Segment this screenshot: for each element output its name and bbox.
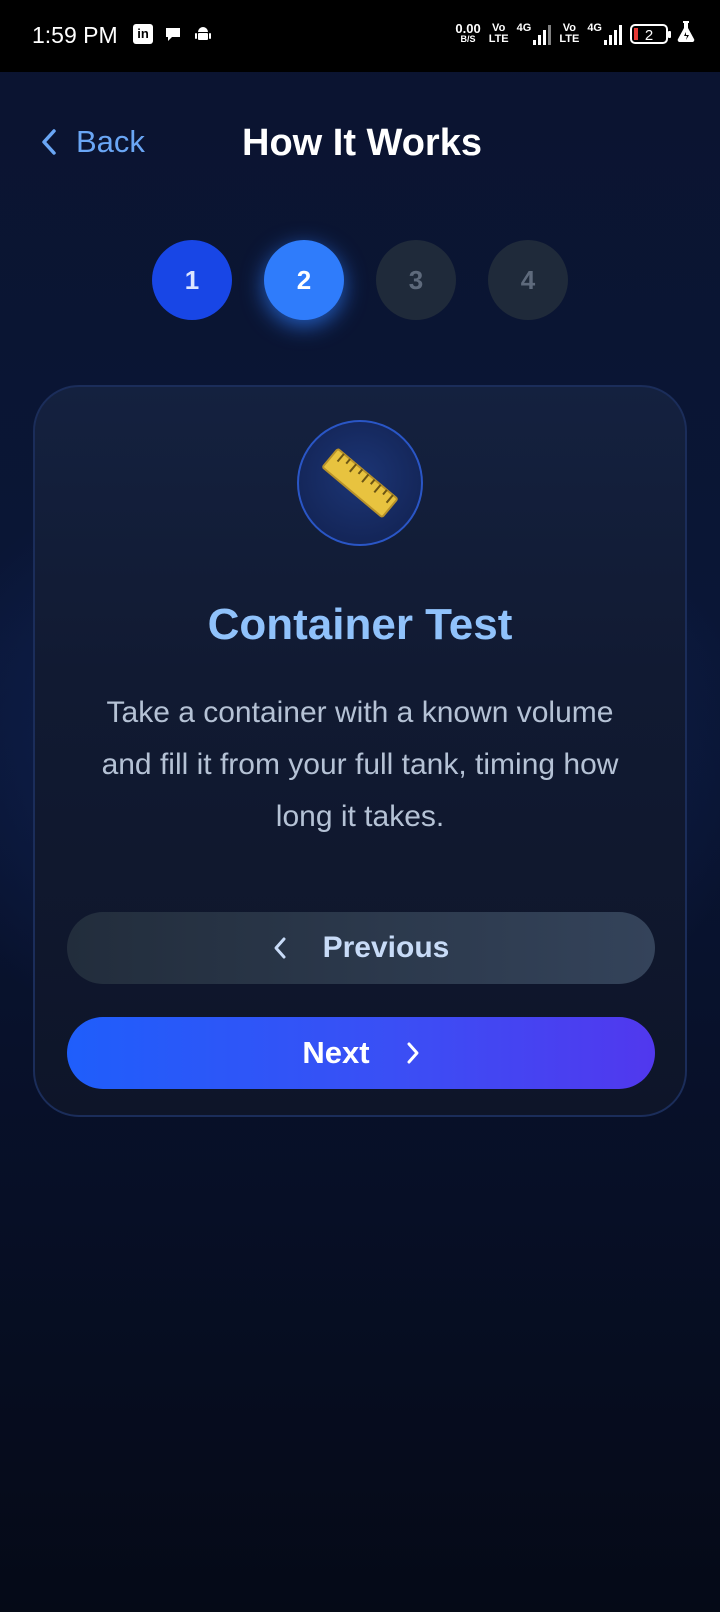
linkedin-icon: in bbox=[133, 24, 153, 44]
ruler-icon bbox=[322, 448, 398, 518]
signal-bars-icon bbox=[604, 23, 622, 45]
back-label: Back bbox=[76, 124, 145, 159]
system-indicators: 0.00 B/S Vo LTE 4G Vo LTE 4G 2 bbox=[455, 20, 696, 47]
net-speed: 0.00 B/S bbox=[455, 20, 481, 44]
chat-bubble-icon bbox=[163, 24, 183, 44]
step-card: Container Test Take a container with a k… bbox=[33, 385, 687, 1117]
chevron-left-icon bbox=[274, 937, 286, 959]
previous-label: Previous bbox=[322, 931, 450, 964]
page-title: How It Works bbox=[242, 122, 482, 164]
chevron-right-icon bbox=[407, 1042, 419, 1064]
card-icon-badge bbox=[297, 420, 423, 546]
flask-icon bbox=[676, 20, 696, 47]
card-description: Take a container with a known volume and… bbox=[101, 696, 619, 833]
step-1[interactable]: 1 bbox=[152, 240, 232, 320]
status-bar: 1:59 PM in 0.00 B/S Vo LTE 4G Vo LTE 4G bbox=[0, 0, 720, 72]
next-button[interactable]: Next bbox=[67, 1017, 655, 1089]
step-2[interactable]: 2 bbox=[264, 240, 344, 320]
back-button[interactable]: Back bbox=[40, 124, 145, 160]
chevron-left-icon bbox=[42, 129, 56, 155]
notification-icons: in bbox=[133, 24, 213, 44]
battery-icon: 2 bbox=[630, 23, 671, 44]
signal-1: 4G bbox=[517, 22, 552, 45]
step-3[interactable]: 3 bbox=[376, 240, 456, 320]
next-label: Next bbox=[302, 1035, 370, 1070]
previous-button[interactable]: Previous bbox=[67, 912, 655, 984]
status-time: 1:59 PM bbox=[32, 22, 118, 48]
volte-1: Vo LTE bbox=[488, 21, 509, 45]
signal-2: 4G bbox=[587, 22, 622, 45]
android-icon bbox=[193, 24, 213, 44]
step-4[interactable]: 4 bbox=[488, 240, 568, 320]
volte-2: Vo LTE bbox=[559, 21, 580, 45]
card-title: Container Test bbox=[207, 600, 513, 649]
signal-bars-icon bbox=[533, 23, 552, 45]
